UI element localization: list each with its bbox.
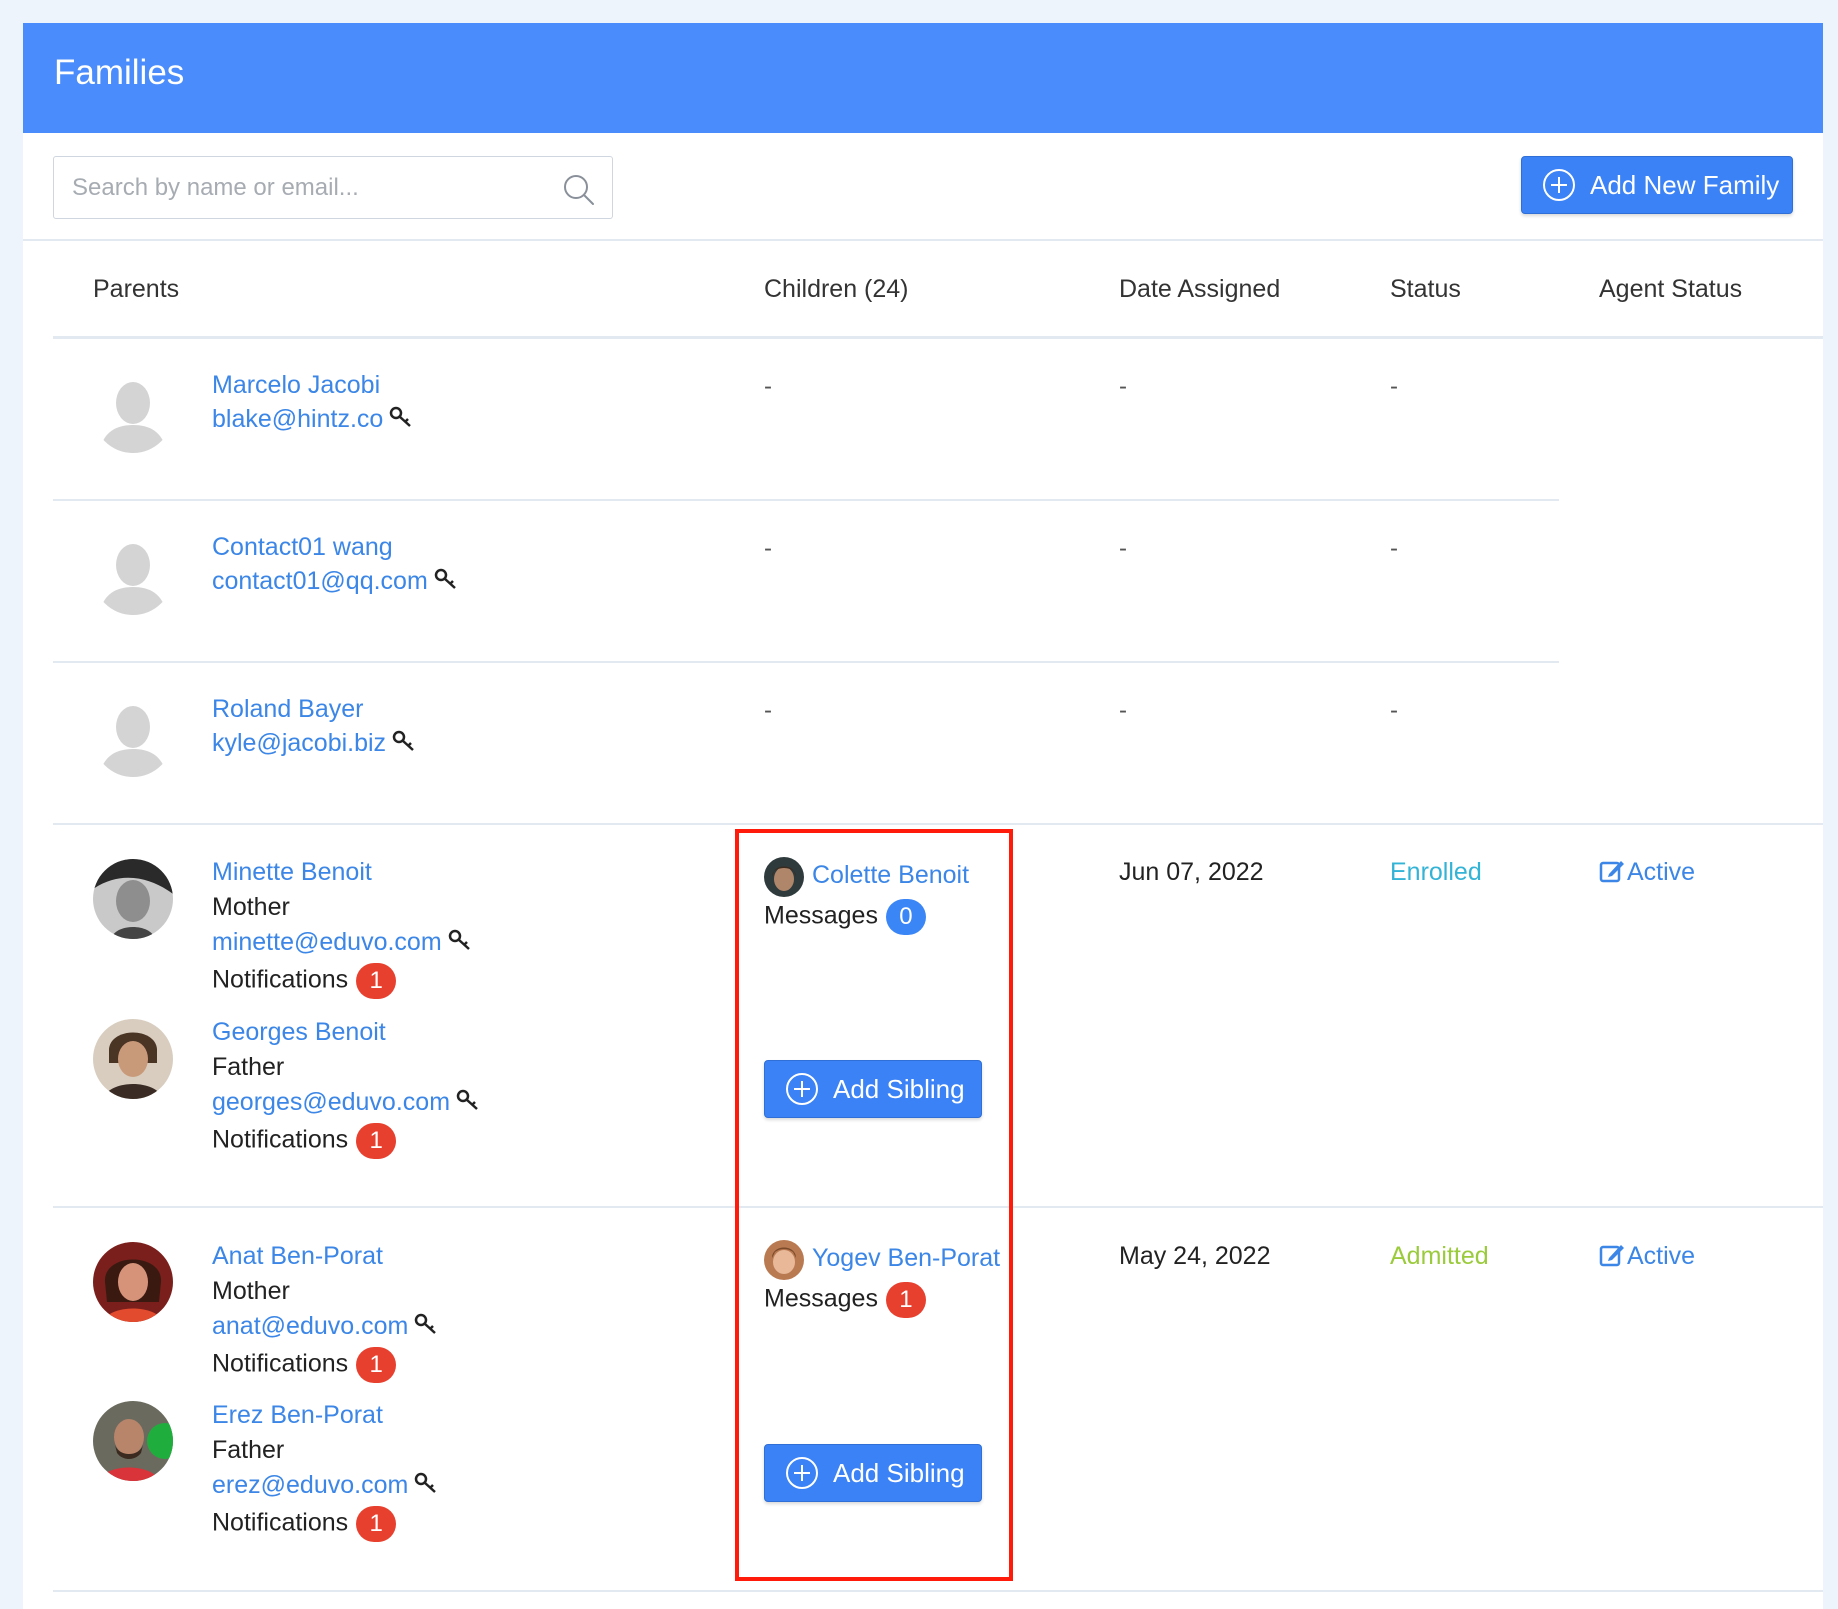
parent-photo-icon — [93, 859, 173, 939]
row-divider — [53, 823, 1823, 825]
notifications-label: Notifications — [212, 1508, 349, 1537]
parent-email[interactable]: kyle@jacobi.biz — [212, 729, 386, 757]
default-avatar-icon — [93, 373, 173, 453]
parent-role: Father — [212, 1053, 285, 1081]
column-header-children: Children (24) — [764, 275, 909, 303]
column-header-status: Status — [1390, 275, 1461, 303]
status-badge: Enrolled — [1390, 858, 1482, 886]
avatar — [93, 697, 173, 777]
parent-email[interactable]: blake@hintz.co — [212, 405, 383, 433]
parent-name-link[interactable]: Erez Ben-Porat — [212, 1401, 383, 1430]
default-avatar-icon — [93, 535, 173, 615]
parent-photo-icon — [93, 1019, 173, 1099]
notifications-label: Notifications — [212, 1125, 349, 1154]
key-icon[interactable] — [414, 1471, 438, 1495]
notifications-badge[interactable]: 1 — [356, 1123, 397, 1159]
key-icon[interactable] — [434, 567, 458, 591]
notifications-badge[interactable]: 1 — [356, 1506, 397, 1542]
notifications-label: Notifications — [212, 965, 349, 994]
parent-role: Father — [212, 1436, 285, 1464]
key-icon[interactable] — [392, 729, 416, 753]
agent-status-link[interactable]: Active — [1599, 858, 1695, 887]
default-avatar-icon — [93, 697, 173, 777]
date-assigned-value: - — [1119, 535, 1127, 562]
column-header-parents: Parents — [93, 275, 180, 303]
parent-email-link[interactable]: anat@eduvo.com — [212, 1312, 438, 1341]
row-divider — [53, 661, 1559, 663]
row-divider — [53, 1590, 1823, 1592]
search-input[interactable] — [72, 169, 532, 207]
agent-status-link[interactable]: Active — [1599, 1242, 1695, 1271]
parent-email-link[interactable]: minette@eduvo.com — [212, 928, 472, 957]
parent-photo-icon — [93, 1242, 173, 1322]
key-icon[interactable] — [456, 1088, 480, 1112]
parent-email[interactable]: erez@eduvo.com — [212, 1471, 408, 1499]
parent-name-link[interactable]: Contact01 wang — [212, 533, 393, 562]
avatar-anat-ben-porat — [93, 1242, 173, 1322]
parent-photo-icon — [93, 1401, 173, 1481]
avatar-georges-benoit — [93, 1019, 173, 1099]
parent-email-link[interactable]: contact01@qq.com — [212, 567, 458, 596]
parent-email[interactable]: georges@eduvo.com — [212, 1088, 450, 1116]
status-value: - — [1390, 535, 1398, 562]
notifications-row[interactable]: Notifications 1 — [212, 963, 397, 999]
children-value: - — [764, 373, 772, 400]
parent-email-link[interactable]: blake@hintz.co — [212, 405, 413, 434]
column-header-agent-status: Agent Status — [1599, 275, 1743, 303]
notifications-row[interactable]: Notifications 1 — [212, 1347, 397, 1383]
key-icon[interactable] — [389, 405, 413, 429]
parent-role: Mother — [212, 1277, 290, 1305]
add-new-family-label: Add New Family — [1590, 169, 1780, 200]
parent-role: Mother — [212, 893, 290, 921]
edit-icon[interactable] — [1599, 1242, 1625, 1268]
page-title: Families — [54, 53, 185, 92]
agent-status-text[interactable]: Active — [1627, 1242, 1695, 1270]
notifications-badge[interactable]: 1 — [356, 1347, 397, 1383]
date-assigned-value: - — [1119, 373, 1127, 400]
status-value: - — [1390, 697, 1398, 724]
status-badge: Admitted — [1390, 1242, 1489, 1270]
children-value: - — [764, 697, 772, 724]
search-icon[interactable] — [562, 173, 596, 207]
edit-icon[interactable] — [1599, 858, 1625, 884]
row-divider — [53, 499, 1559, 501]
agent-status-text[interactable]: Active — [1627, 858, 1695, 886]
parent-email[interactable]: anat@eduvo.com — [212, 1312, 408, 1340]
date-assigned-value: May 24, 2022 — [1119, 1242, 1271, 1270]
key-icon[interactable] — [414, 1312, 438, 1336]
notifications-badge[interactable]: 1 — [356, 963, 397, 999]
column-header-date-assigned: Date Assigned — [1119, 275, 1281, 303]
notifications-label: Notifications — [212, 1349, 349, 1378]
add-new-family-button[interactable]: Add New Family — [1521, 156, 1793, 214]
parent-email-link[interactable]: kyle@jacobi.biz — [212, 729, 416, 758]
avatar — [93, 535, 173, 615]
notifications-row[interactable]: Notifications 1 — [212, 1506, 397, 1542]
plus-circle-icon — [1543, 169, 1575, 201]
key-icon[interactable] — [448, 928, 472, 952]
avatar-minette-benoit — [93, 859, 173, 939]
parent-name-link[interactable]: Minette Benoit — [212, 858, 372, 887]
page-header: Families — [23, 23, 1823, 133]
avatar-erez-ben-porat — [93, 1401, 173, 1481]
divider — [23, 239, 1823, 241]
parent-email[interactable]: contact01@qq.com — [212, 567, 428, 595]
date-assigned-value: - — [1119, 697, 1127, 724]
highlight-annotation — [735, 829, 1013, 1581]
parent-email-link[interactable]: georges@eduvo.com — [212, 1088, 480, 1117]
date-assigned-value: Jun 07, 2022 — [1119, 858, 1264, 886]
notifications-row[interactable]: Notifications 1 — [212, 1123, 397, 1159]
search-box[interactable] — [53, 156, 613, 219]
parent-name-link[interactable]: Marcelo Jacobi — [212, 371, 380, 400]
avatar — [93, 373, 173, 453]
parent-name-link[interactable]: Anat Ben-Porat — [212, 1242, 383, 1271]
parent-email-link[interactable]: erez@eduvo.com — [212, 1471, 438, 1500]
header-divider — [53, 336, 1823, 339]
parent-email[interactable]: minette@eduvo.com — [212, 928, 442, 956]
status-value: - — [1390, 373, 1398, 400]
parent-name-link[interactable]: Georges Benoit — [212, 1018, 386, 1047]
parent-name-link[interactable]: Roland Bayer — [212, 695, 363, 724]
children-value: - — [764, 535, 772, 562]
